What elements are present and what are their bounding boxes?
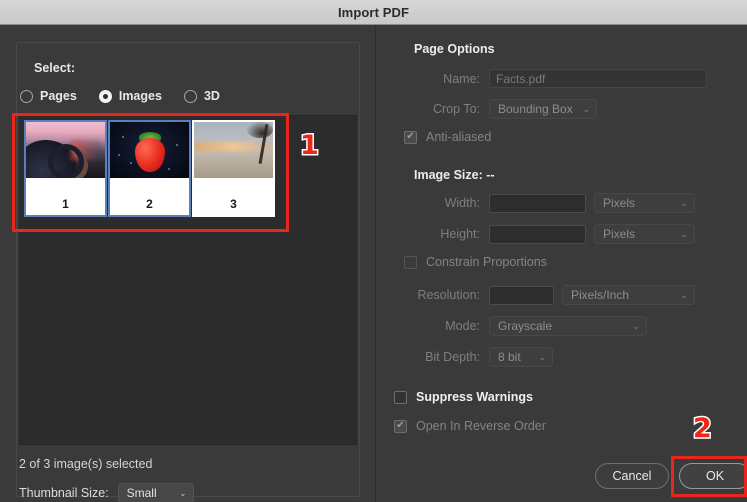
width-unit-select[interactable]: Pixels ⌄ — [594, 193, 695, 213]
anti-aliased-checkbox-row[interactable]: ✔ Anti-aliased — [404, 130, 491, 144]
suppress-warnings-label: Suppress Warnings — [416, 390, 533, 404]
select-panel: Select: Pages Images 3D 1 2 3 2 of 3 ima… — [0, 25, 376, 502]
thumbnail-item-3[interactable]: 3 — [192, 120, 275, 217]
annotation-number-1: 1 — [299, 130, 321, 161]
crop-to-select[interactable]: Bounding Box ⌄ — [489, 99, 597, 119]
name-row: Name: Facts.pdf — [377, 69, 707, 88]
dialog-title: Import PDF — [337, 4, 410, 20]
annotation-number-2: 2 — [692, 413, 714, 444]
resolution-label: Resolution: — [417, 288, 480, 302]
thumbnail-item-2[interactable]: 2 — [108, 120, 191, 217]
suppress-warnings-checkbox-row[interactable]: Suppress Warnings — [394, 390, 533, 404]
chevron-down-icon: ⌄ — [632, 320, 640, 331]
thumbnail-size-value: Small — [126, 486, 157, 500]
mode-select[interactable]: Grayscale ⌄ — [489, 316, 647, 336]
page-options-title: Page Options — [414, 42, 495, 56]
image-size-title: Image Size: -- — [414, 168, 495, 182]
radio-3d[interactable]: 3D — [183, 89, 220, 103]
options-panel: Page Options Name: Facts.pdf Crop To: Bo… — [377, 25, 747, 502]
anti-aliased-label: Anti-aliased — [426, 130, 492, 144]
resolution-input[interactable] — [489, 285, 554, 305]
import-pdf-dialog: Import PDF Select: Pages Images 3D 1 2 3… — [0, 0, 747, 502]
thumbnail-image-car-dashboard-sunset — [26, 122, 105, 178]
radio-circle-selected-icon — [98, 89, 112, 103]
chevron-down-icon: ⌄ — [680, 197, 688, 208]
height-label: Height: — [440, 227, 480, 241]
checkbox-checked-icon: ✔ — [394, 419, 407, 433]
thumbnail-size-select[interactable]: Small ⌄ — [117, 483, 194, 502]
open-in-reverse-order-label: Open In Reverse Order — [416, 419, 546, 433]
chevron-down-icon: ⌄ — [582, 103, 590, 114]
thumbnail-caption: 1 — [26, 178, 105, 215]
open-in-reverse-order-checkbox-row[interactable]: ✔ Open In Reverse Order — [394, 419, 546, 433]
thumbnail-caption: 3 — [194, 178, 273, 215]
bit-depth-value: 8 bit — [498, 350, 521, 364]
chevron-down-icon: ⌄ — [538, 351, 546, 362]
height-input[interactable] — [489, 224, 586, 244]
resolution-unit-value: Pixels/Inch — [571, 288, 630, 302]
thumbnail-item-1[interactable]: 1 — [24, 120, 107, 217]
crop-to-label: Crop To: — [432, 102, 480, 116]
chevron-down-icon: ⌄ — [179, 487, 187, 498]
radio-pages[interactable]: Pages — [20, 89, 77, 103]
selection-status-text: 2 of 3 image(s) selected — [19, 457, 153, 471]
thumbnail-size-row: Thumbnail Size: Small ⌄ — [19, 483, 194, 502]
name-label: Name: — [443, 71, 480, 86]
resolution-row: Resolution: Pixels/Inch ⌄ — [377, 285, 695, 305]
thumbnail-image-strawberry-dark — [110, 122, 189, 178]
checkbox-unchecked-icon — [394, 390, 407, 404]
crop-to-value: Bounding Box — [498, 102, 573, 116]
radio-circle-icon — [183, 89, 197, 103]
checkbox-checked-icon: ✔ — [404, 130, 417, 144]
thumbnail-strip: 1 2 3 — [24, 120, 276, 217]
width-input[interactable] — [489, 193, 586, 213]
chevron-down-icon: ⌄ — [680, 228, 688, 239]
thumbnail-list[interactable]: 1 2 3 — [19, 115, 357, 445]
chevron-down-icon: ⌄ — [680, 289, 688, 300]
mode-label: Mode: — [445, 319, 480, 333]
resolution-unit-select[interactable]: Pixels/Inch ⌄ — [562, 285, 695, 305]
name-input[interactable]: Facts.pdf — [489, 69, 707, 88]
height-unit-value: Pixels — [603, 227, 636, 241]
width-label: Width: — [444, 196, 480, 210]
width-row: Width: Pixels ⌄ — [377, 193, 695, 213]
radio-pages-label: Pages — [40, 89, 77, 103]
bit-depth-label: Bit Depth: — [425, 350, 480, 364]
bit-depth-select[interactable]: 8 bit ⌄ — [489, 347, 553, 367]
height-row: Height: Pixels ⌄ — [377, 224, 695, 244]
dialog-titlebar: Import PDF — [0, 0, 747, 25]
bit-depth-row: Bit Depth: 8 bit ⌄ — [377, 347, 553, 367]
thumbnail-size-label: Thumbnail Size: — [19, 486, 109, 500]
source-type-radio-group: Pages Images 3D — [20, 89, 242, 103]
cancel-button[interactable]: Cancel — [595, 463, 669, 489]
name-value: Facts.pdf — [496, 71, 546, 86]
crop-to-row: Crop To: Bounding Box ⌄ — [377, 99, 597, 119]
height-unit-select[interactable]: Pixels ⌄ — [594, 224, 695, 244]
mode-row: Mode: Grayscale ⌄ — [377, 316, 647, 336]
select-group-label: Select: — [28, 61, 81, 75]
ok-button[interactable]: OK — [679, 463, 747, 489]
constrain-proportions-checkbox-row[interactable]: Constrain Proportions — [404, 255, 547, 269]
constrain-proportions-label: Constrain Proportions — [426, 255, 547, 269]
radio-3d-label: 3D — [203, 89, 220, 103]
thumbnail-image-beach-palm-sunset — [194, 122, 273, 178]
mode-value: Grayscale — [498, 319, 553, 333]
radio-circle-icon — [20, 89, 33, 103]
radio-images[interactable]: Images — [98, 89, 162, 103]
checkbox-unchecked-icon — [404, 255, 417, 269]
thumbnail-caption: 2 — [110, 178, 189, 215]
width-unit-value: Pixels — [603, 196, 636, 210]
radio-images-label: Images — [118, 89, 162, 103]
